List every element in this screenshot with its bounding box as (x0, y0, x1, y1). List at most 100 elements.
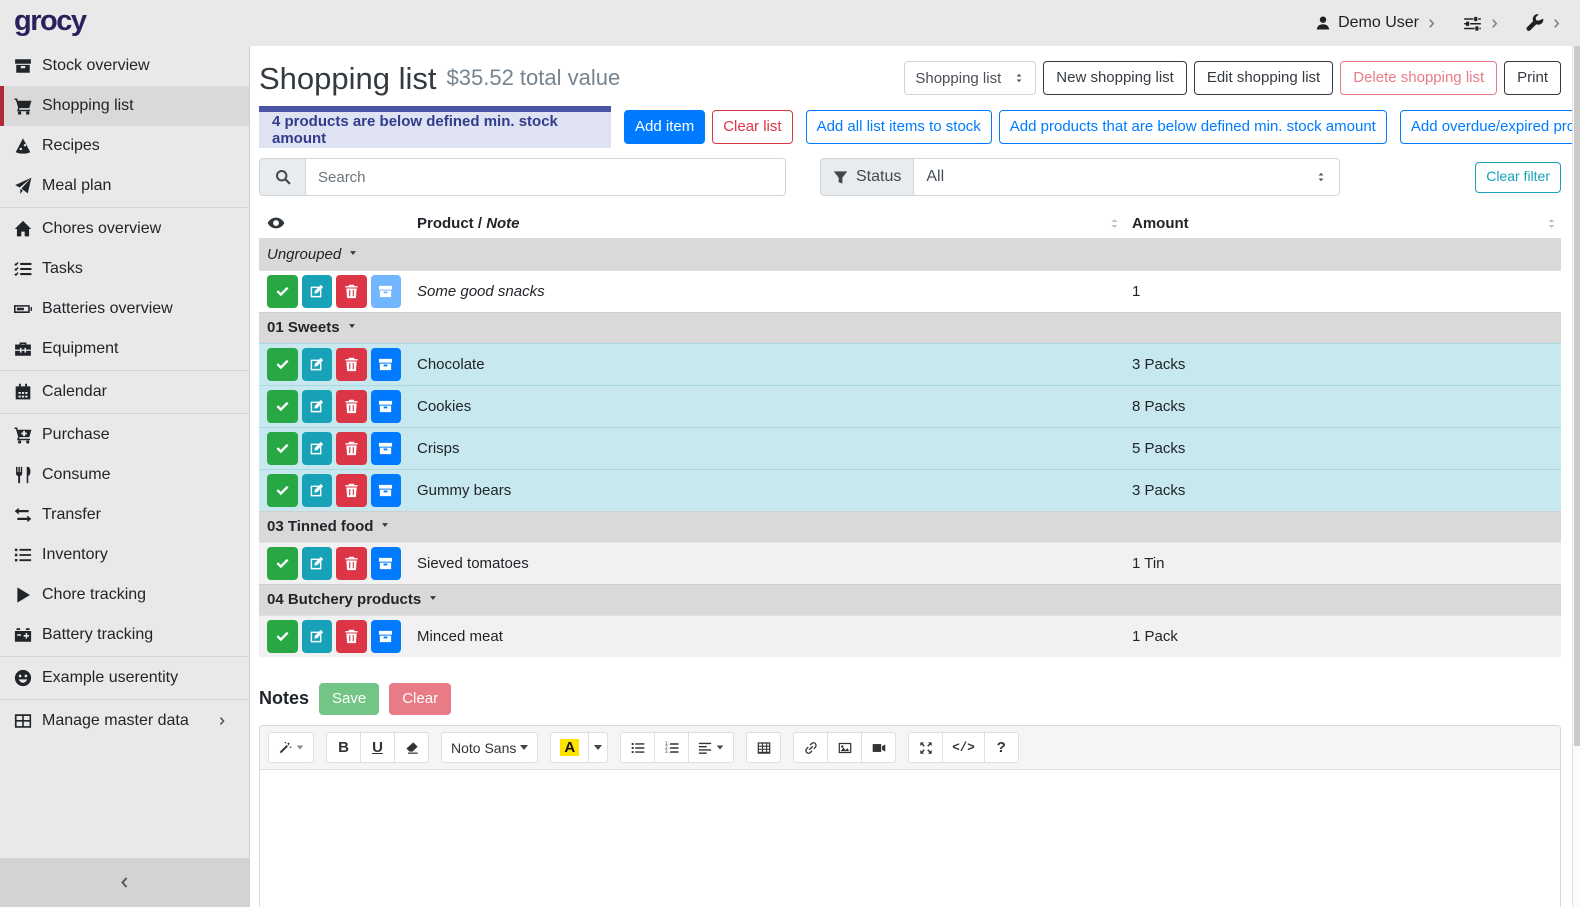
add-overdue-button[interactable]: Add overdue/expired products (1400, 110, 1580, 145)
delete-item-button[interactable] (336, 620, 367, 653)
sidebar-item-batteries-overview[interactable]: Batteries overview (0, 289, 249, 329)
insert-link-button[interactable] (793, 732, 828, 763)
mark-done-button[interactable] (267, 474, 298, 507)
amount-column-header[interactable]: Amount (1124, 208, 1561, 239)
delete-item-button[interactable] (336, 547, 367, 580)
delete-item-button[interactable] (336, 275, 367, 308)
delete-item-button[interactable] (336, 474, 367, 507)
group-row[interactable]: 04 Butchery products (259, 584, 1561, 615)
notes-clear-button[interactable]: Clear (389, 683, 451, 716)
cart-icon (14, 97, 32, 115)
help-button[interactable]: ? (984, 732, 1019, 763)
font-color-dropdown[interactable] (588, 732, 608, 763)
code-view-button[interactable]: </> (942, 732, 985, 763)
sidebar-item-tasks[interactable]: Tasks (0, 249, 249, 289)
delete-shopping-list-button[interactable]: Delete shopping list (1340, 61, 1497, 96)
edit-item-button[interactable] (302, 474, 333, 507)
admin-menu[interactable] (1526, 14, 1562, 32)
sidebar-item-equipment[interactable]: Equipment (0, 329, 249, 369)
add-to-stock-button[interactable] (371, 620, 402, 653)
add-to-stock-button[interactable] (371, 474, 402, 507)
chevron-right-icon (1551, 18, 1562, 29)
scrollbar-thumb[interactable] (1574, 46, 1580, 746)
font-color-button[interactable]: A (550, 732, 589, 763)
user-menu[interactable]: Demo User (1315, 14, 1437, 32)
edit-item-button[interactable] (302, 620, 333, 653)
underline-button[interactable]: U (360, 732, 395, 763)
sidebar-item-battery-tracking[interactable]: Battery tracking (0, 615, 249, 655)
sidebar-item-calendar[interactable]: Calendar (0, 372, 249, 412)
sidebar-item-label: Recipes (42, 137, 100, 155)
sidebar-item-purchase[interactable]: Purchase (0, 415, 249, 455)
sidebar-item-example-userentity[interactable]: Example userentity (0, 658, 249, 698)
add-below-min-stock-button[interactable]: Add products that are below defined min.… (999, 110, 1387, 145)
mark-done-button[interactable] (267, 547, 298, 580)
sidebar-item-transfer[interactable]: Transfer (0, 495, 249, 535)
sidebar-item-consume[interactable]: Consume (0, 455, 249, 495)
below-min-stock-alert: 4 products are below defined min. stock … (259, 106, 611, 148)
exchange-icon (14, 506, 32, 524)
calendar-icon (14, 383, 32, 401)
mark-done-button[interactable] (267, 348, 298, 381)
settings-menu[interactable] (1463, 14, 1500, 33)
add-to-stock-button[interactable] (371, 348, 402, 381)
mark-done-button[interactable] (267, 432, 298, 465)
sidebar-item-label: Transfer (42, 506, 101, 524)
car-battery-icon (14, 626, 32, 644)
bold-button[interactable]: B (326, 732, 361, 763)
sidebar-collapse-button[interactable] (0, 858, 249, 907)
sidebar-item-meal-plan[interactable]: Meal plan (0, 166, 249, 206)
group-row[interactable]: Ungrouped (259, 239, 1561, 270)
print-button[interactable]: Print (1504, 61, 1561, 96)
shopping-list-select[interactable]: Shopping list (904, 61, 1036, 95)
add-to-stock-button[interactable] (371, 547, 402, 580)
insert-image-button[interactable] (827, 732, 862, 763)
font-family-dropdown[interactable]: Noto Sans (441, 732, 538, 763)
status-filter-select[interactable]: All (913, 158, 1340, 196)
mark-done-button[interactable] (267, 390, 298, 423)
delete-item-button[interactable] (336, 432, 367, 465)
edit-item-button[interactable] (302, 547, 333, 580)
add-item-button[interactable]: Add item (624, 110, 705, 145)
clear-list-button[interactable]: Clear list (712, 110, 792, 145)
insert-video-button[interactable] (861, 732, 896, 763)
unordered-list-button[interactable] (620, 732, 655, 763)
search-input[interactable] (305, 158, 786, 196)
add-to-stock-button[interactable] (371, 275, 402, 308)
add-all-to-stock-button[interactable]: Add all list items to stock (806, 110, 992, 145)
sidebar-item-shopping-list[interactable]: Shopping list (0, 86, 249, 126)
sidebar-item-manage-master-data[interactable]: Manage master data (0, 701, 249, 741)
add-to-stock-button[interactable] (371, 432, 402, 465)
sidebar-item-recipes[interactable]: Recipes (0, 126, 249, 166)
sidebar-item-inventory[interactable]: Inventory (0, 535, 249, 575)
product-column-header[interactable]: Product / Note (409, 208, 1124, 239)
sidebar-item-chore-tracking[interactable]: Chore tracking (0, 575, 249, 615)
edit-item-button[interactable] (302, 390, 333, 423)
add-to-stock-button[interactable] (371, 390, 402, 423)
new-shopping-list-button[interactable]: New shopping list (1043, 61, 1187, 96)
magic-wand-style-button[interactable] (268, 732, 314, 763)
edit-item-button[interactable] (302, 432, 333, 465)
delete-item-button[interactable] (336, 348, 367, 381)
fullscreen-button[interactable] (908, 732, 943, 763)
caret-down-icon (348, 248, 358, 258)
edit-item-button[interactable] (302, 348, 333, 381)
group-row[interactable]: 01 Sweets (259, 312, 1561, 343)
clear-filter-button[interactable]: Clear filter (1475, 162, 1561, 193)
edit-shopping-list-button[interactable]: Edit shopping list (1194, 61, 1333, 96)
mark-done-button[interactable] (267, 620, 298, 653)
notes-editor-textarea[interactable] (260, 770, 1560, 907)
paragraph-align-button[interactable] (688, 732, 734, 763)
delete-item-button[interactable] (336, 390, 367, 423)
notes-save-button[interactable]: Save (319, 683, 379, 716)
edit-item-button[interactable] (302, 275, 333, 308)
sidebar-item-stock-overview[interactable]: Stock overview (0, 46, 249, 86)
group-row[interactable]: 03 Tinned food (259, 511, 1561, 542)
sidebar-item-chores-overview[interactable]: Chores overview (0, 209, 249, 249)
product-name: Gummy bears (409, 469, 1124, 511)
status-filter-label: Status (820, 158, 913, 196)
eraser-clear-style-button[interactable] (394, 732, 429, 763)
insert-table-button[interactable] (746, 732, 781, 763)
mark-done-button[interactable] (267, 275, 298, 308)
ordered-list-button[interactable] (654, 732, 689, 763)
